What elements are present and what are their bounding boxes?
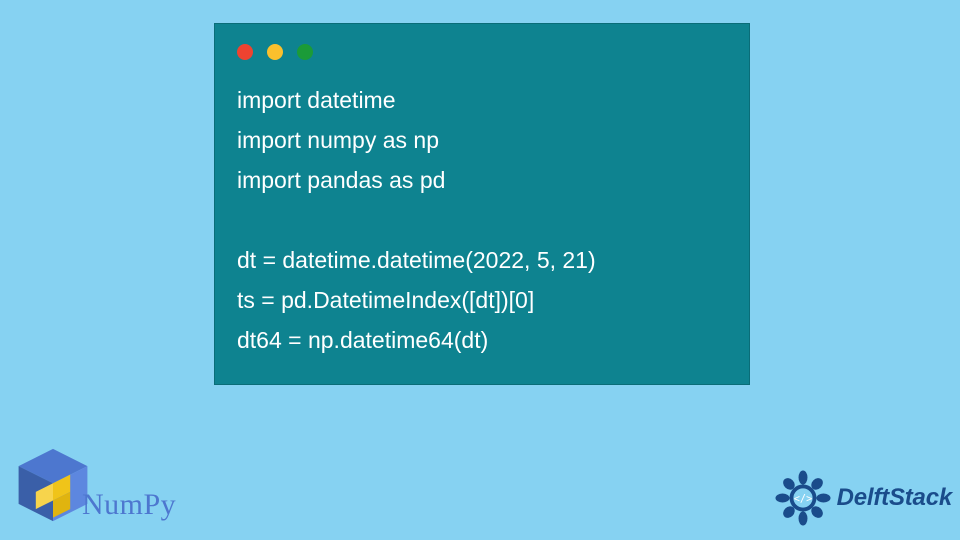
- code-line: dt = datetime.datetime(2022, 5, 21): [237, 247, 596, 273]
- code-line: ts = pd.DatetimeIndex([dt])[0]: [237, 287, 534, 313]
- delftstack-label: DelftStack: [837, 484, 952, 512]
- code-card: import datetime import numpy as np impor…: [214, 23, 750, 385]
- delftstack-logo: </> DelftStack: [771, 466, 952, 530]
- code-line: dt64 = np.datetime64(dt): [237, 327, 488, 353]
- close-icon: [237, 44, 253, 60]
- window-traffic-lights: [237, 44, 313, 60]
- page-stage: import datetime import numpy as np impor…: [0, 0, 960, 540]
- code-line: import numpy as np: [237, 127, 439, 153]
- svg-text:</>: </>: [793, 493, 812, 505]
- numpy-label: NumPy: [82, 488, 176, 522]
- delftstack-emblem-icon: </>: [771, 466, 835, 530]
- minimize-icon: [267, 44, 283, 60]
- maximize-icon: [297, 44, 313, 60]
- code-line: import datetime: [237, 87, 396, 113]
- code-line: import pandas as pd: [237, 167, 445, 193]
- code-block: import datetime import numpy as np impor…: [237, 80, 727, 360]
